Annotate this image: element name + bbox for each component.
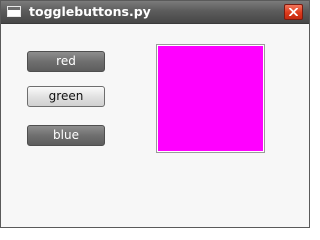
green-toggle-button[interactable]: green: [27, 86, 105, 107]
window-title: togglebuttons.py: [29, 4, 151, 19]
close-button[interactable]: [284, 4, 303, 20]
client-area: red green blue: [1, 24, 309, 227]
close-icon: [289, 8, 298, 16]
red-toggle-button[interactable]: red: [27, 51, 105, 72]
window-icon[interactable]: [7, 6, 21, 17]
app-window: togglebuttons.py red green blue: [0, 0, 310, 228]
color-swatch: [156, 44, 265, 153]
blue-toggle-button[interactable]: blue: [27, 125, 105, 146]
title-bar[interactable]: togglebuttons.py: [1, 1, 309, 24]
color-swatch-fill: [158, 46, 263, 151]
